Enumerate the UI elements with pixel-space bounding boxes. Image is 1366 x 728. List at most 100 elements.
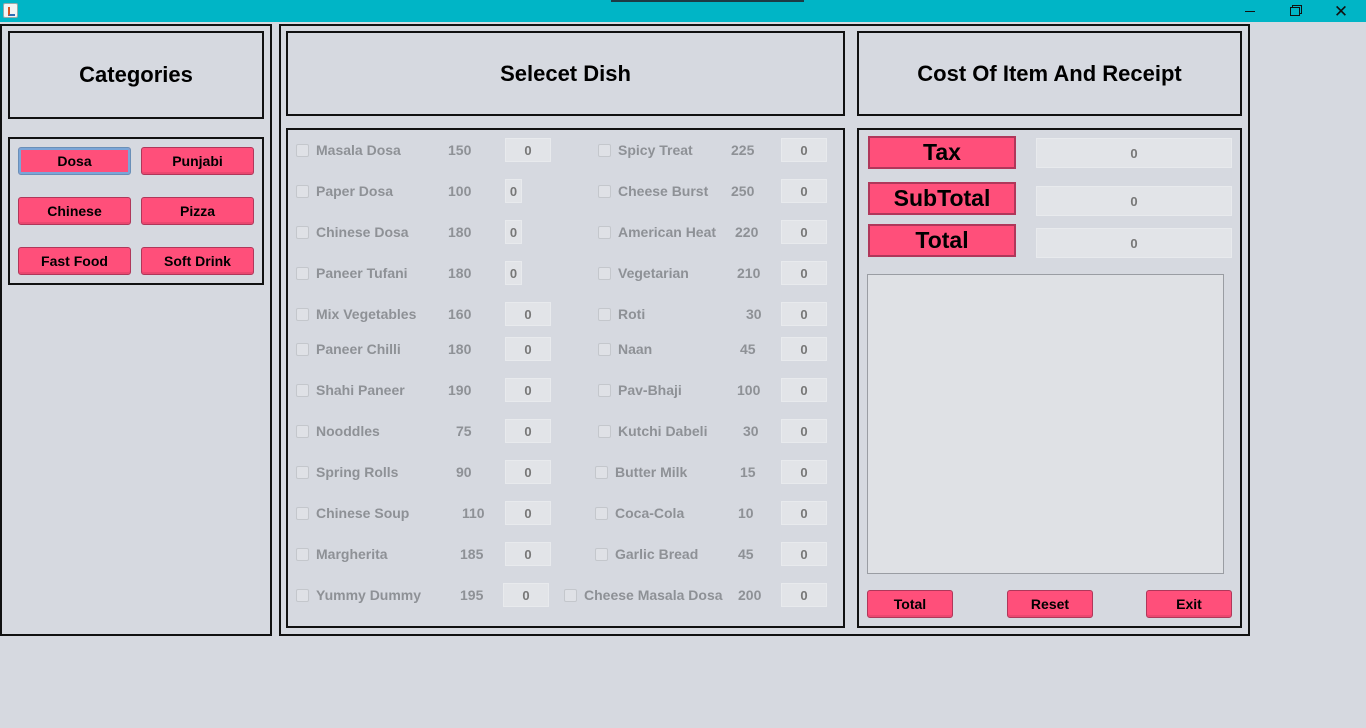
category-button-dosa[interactable]: Dosa bbox=[18, 147, 131, 175]
dish-price: 220 bbox=[735, 224, 759, 240]
dish-price: 45 bbox=[740, 341, 756, 357]
dish-quantity-field[interactable]: 0 bbox=[505, 220, 522, 244]
dish-checkbox-cheese-masala-dosa[interactable] bbox=[564, 589, 577, 602]
dish-checkbox-mix-vegetables[interactable] bbox=[296, 308, 309, 321]
dish-quantity-field[interactable]: 0 bbox=[781, 378, 827, 402]
dish-quantity-field[interactable]: 0 bbox=[781, 220, 827, 244]
dish-checkbox-roti[interactable] bbox=[598, 308, 611, 321]
dish-row-shahi-paneer: Shahi Paneer 190 0 bbox=[296, 378, 551, 402]
dish-checkbox-margherita[interactable] bbox=[296, 548, 309, 561]
category-button-punjabi[interactable]: Punjabi bbox=[141, 147, 254, 175]
dish-checkbox-butter-milk[interactable] bbox=[595, 466, 608, 479]
subtotal-label: SubTotal bbox=[868, 182, 1016, 215]
dish-checkbox-naan[interactable] bbox=[598, 343, 611, 356]
dish-quantity-field[interactable]: 0 bbox=[781, 179, 827, 203]
dish-row-garlic-bread: Garlic Bread 45 0 bbox=[595, 542, 827, 566]
dish-quantity-field[interactable]: 0 bbox=[505, 337, 551, 361]
categories-title: Categories bbox=[79, 62, 193, 87]
total-label: Total bbox=[868, 224, 1016, 257]
tax-label: Tax bbox=[868, 136, 1016, 169]
dish-name: Vegetarian bbox=[618, 265, 689, 281]
category-button-pizza[interactable]: Pizza bbox=[141, 197, 254, 225]
dish-name: Cheese Masala Dosa bbox=[584, 587, 723, 603]
dish-quantity-field[interactable]: 0 bbox=[781, 501, 827, 525]
dish-quantity-field[interactable]: 0 bbox=[505, 460, 551, 484]
dish-name: Butter Milk bbox=[615, 464, 688, 480]
dish-checkbox-spring-rolls[interactable] bbox=[296, 466, 309, 479]
dish-title: Selecet Dish bbox=[500, 60, 631, 86]
dish-quantity-field[interactable]: 0 bbox=[781, 337, 827, 361]
dish-name: Pav-Bhaji bbox=[618, 382, 682, 398]
dish-quantity-field[interactable]: 0 bbox=[505, 419, 551, 443]
dish-checkbox-paper-dosa[interactable] bbox=[296, 185, 309, 198]
dish-row-roti: Roti 30 0 bbox=[598, 302, 827, 326]
dish-quantity-field[interactable]: 0 bbox=[505, 138, 551, 162]
dish-quantity-field[interactable]: 0 bbox=[781, 419, 827, 443]
category-button-fast-food[interactable]: Fast Food bbox=[18, 247, 131, 275]
dish-row-cheese-burst: Cheese Burst 250 0 bbox=[598, 179, 827, 203]
total-field[interactable]: 0 bbox=[1036, 228, 1232, 258]
dish-checkbox-coca-cola[interactable] bbox=[595, 507, 608, 520]
cost-header: Cost Of Item And Receipt bbox=[857, 31, 1242, 116]
total-button[interactable]: Total bbox=[867, 590, 953, 618]
dish-quantity-field[interactable]: 0 bbox=[505, 261, 522, 285]
window-titlebar: ✕ bbox=[0, 0, 1366, 22]
dish-quantity-field[interactable]: 0 bbox=[781, 138, 827, 162]
dish-row-cheese-masala-dosa: Cheese Masala Dosa 200 0 bbox=[564, 583, 827, 607]
dish-quantity-field[interactable]: 0 bbox=[781, 583, 827, 607]
dish-checkbox-chinese-soup[interactable] bbox=[296, 507, 309, 520]
dish-quantity-field[interactable]: 0 bbox=[505, 179, 522, 203]
dish-checkbox-vegetarian[interactable] bbox=[598, 267, 611, 280]
dish-price: 90 bbox=[456, 464, 472, 480]
dish-checkbox-paneer-chilli[interactable] bbox=[296, 343, 309, 356]
dish-quantity-field[interactable]: 0 bbox=[505, 542, 551, 566]
dish-checkbox-yummy-dummy[interactable] bbox=[296, 589, 309, 602]
dish-price: 150 bbox=[448, 142, 472, 158]
close-button[interactable]: ✕ bbox=[1318, 0, 1364, 22]
dish-checkbox-nooddles[interactable] bbox=[296, 425, 309, 438]
dish-checkbox-cheese-burst[interactable] bbox=[598, 185, 611, 198]
dish-quantity-field[interactable]: 0 bbox=[781, 261, 827, 285]
dish-checkbox-paneer-tufani[interactable] bbox=[296, 267, 309, 280]
dish-quantity-field[interactable]: 0 bbox=[505, 378, 551, 402]
dish-row-vegetarian: Vegetarian 210 0 bbox=[598, 261, 827, 285]
dish-name: Spring Rolls bbox=[316, 464, 399, 480]
dish-checkbox-masala-dosa[interactable] bbox=[296, 144, 309, 157]
receipt-textarea[interactable] bbox=[867, 274, 1224, 574]
minimize-button[interactable] bbox=[1227, 0, 1273, 22]
dish-price: 110 bbox=[462, 505, 485, 521]
dish-price: 200 bbox=[738, 587, 762, 603]
dish-quantity-field[interactable]: 0 bbox=[505, 302, 551, 326]
dish-checkbox-shahi-paneer[interactable] bbox=[296, 384, 309, 397]
dish-price: 180 bbox=[448, 341, 472, 357]
dish-price: 180 bbox=[448, 265, 472, 281]
dish-price: 190 bbox=[448, 382, 472, 398]
dish-checkbox-american-heat[interactable] bbox=[598, 226, 611, 239]
dish-quantity-field[interactable]: 0 bbox=[781, 460, 827, 484]
dish-row-chinese-dosa: Chinese Dosa 180 0 bbox=[296, 220, 522, 244]
category-button-chinese[interactable]: Chinese bbox=[18, 197, 131, 225]
dish-checkbox-chinese-dosa[interactable] bbox=[296, 226, 309, 239]
reset-button[interactable]: Reset bbox=[1007, 590, 1093, 618]
dish-checkbox-pav-bhaji[interactable] bbox=[598, 384, 611, 397]
dish-quantity-field[interactable]: 0 bbox=[781, 302, 827, 326]
maximize-button[interactable] bbox=[1272, 0, 1318, 22]
dish-row-spring-rolls: Spring Rolls 90 0 bbox=[296, 460, 551, 484]
dish-quantity-field[interactable]: 0 bbox=[503, 583, 549, 607]
dish-checkbox-kutchi-dabeli[interactable] bbox=[598, 425, 611, 438]
dish-quantity-field[interactable]: 0 bbox=[505, 501, 551, 525]
dish-name: Roti bbox=[618, 306, 646, 322]
subtotal-field[interactable]: 0 bbox=[1036, 186, 1232, 216]
dish-price: 180 bbox=[448, 224, 472, 240]
dish-quantity-field[interactable]: 0 bbox=[781, 542, 827, 566]
dish-row-kutchi-dabeli: Kutchi Dabeli 30 0 bbox=[598, 419, 827, 443]
window-title-underline bbox=[611, 0, 804, 2]
category-button-soft-drink[interactable]: Soft Drink bbox=[141, 247, 254, 275]
dish-name: Naan bbox=[618, 341, 653, 357]
dish-checkbox-garlic-bread[interactable] bbox=[595, 548, 608, 561]
exit-button[interactable]: Exit bbox=[1146, 590, 1232, 618]
dish-row-nooddles: Nooddles 75 0 bbox=[296, 419, 551, 443]
tax-field[interactable]: 0 bbox=[1036, 138, 1232, 168]
dish-name: Coca-Cola bbox=[615, 505, 685, 521]
dish-checkbox-spicy-treat[interactable] bbox=[598, 144, 611, 157]
